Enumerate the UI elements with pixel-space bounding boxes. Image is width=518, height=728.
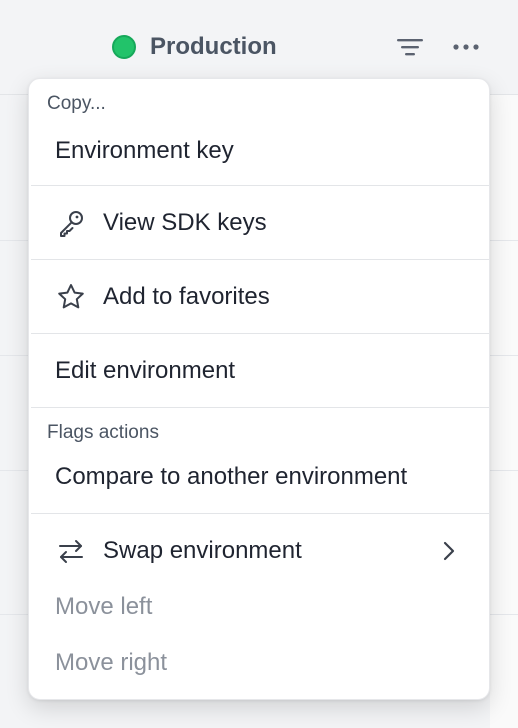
copy-section-label: Copy... (47, 93, 106, 114)
key-icon (55, 207, 87, 239)
add-to-favorites-item[interactable]: Add to favorites (29, 273, 489, 321)
edit-environment-label: Edit environment (55, 357, 236, 384)
copy-environment-key-item[interactable]: Environment key (29, 127, 489, 175)
move-right-label: Move right (55, 649, 168, 676)
swap-environment-label: Swap environment (103, 537, 302, 564)
move-left-label: Move left (55, 593, 153, 620)
edit-environment-item[interactable]: Edit environment (29, 347, 489, 395)
more-horizontal-icon[interactable] (450, 36, 482, 58)
filter-icon[interactable] (396, 36, 424, 58)
chevron-right-icon (443, 541, 455, 561)
menu-divider (31, 407, 489, 408)
menu-divider (31, 259, 489, 260)
star-icon (55, 281, 87, 313)
add-to-favorites-label: Add to favorites (103, 283, 270, 310)
menu-divider (31, 333, 489, 334)
view-sdk-keys-label: View SDK keys (103, 209, 267, 236)
swap-arrows-icon (55, 535, 87, 567)
compare-environment-label: Compare to another environment (55, 463, 408, 490)
swap-environment-item[interactable]: Swap environment (29, 527, 489, 575)
environment-actions-menu: Copy... Environment key View SDK keys Ad… (28, 78, 490, 700)
environment-name: Production (150, 33, 277, 60)
flags-actions-section-label: Flags actions (47, 422, 159, 443)
environment-title[interactable]: Production (112, 33, 277, 61)
compare-environment-item[interactable]: Compare to another environment (29, 453, 489, 501)
menu-divider (31, 185, 489, 186)
background-panel (490, 95, 518, 728)
copy-environment-key-label: Environment key (55, 137, 234, 164)
environment-status-dot (112, 35, 136, 59)
move-left-item[interactable]: Move left (29, 583, 489, 631)
move-right-item[interactable]: Move right (29, 639, 489, 687)
view-sdk-keys-item[interactable]: View SDK keys (29, 199, 489, 247)
menu-divider (31, 513, 489, 514)
page: Production Copy... Environment key View … (0, 0, 518, 728)
